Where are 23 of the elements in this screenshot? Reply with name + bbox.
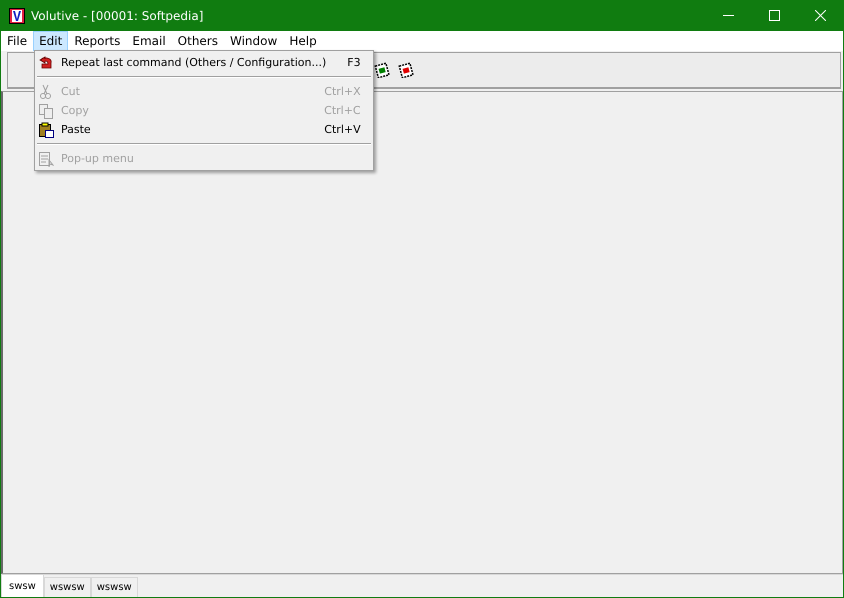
menu-bar-item[interactable]: Others <box>172 31 224 51</box>
maximize-icon[interactable] <box>768 10 780 21</box>
undo-arrow-icon <box>38 54 54 70</box>
scissors-icon <box>38 84 54 100</box>
close-icon[interactable] <box>814 10 826 21</box>
window-tab[interactable]: swsw <box>1 574 44 597</box>
clipboard-icon <box>38 122 54 138</box>
app-logo-icon <box>9 8 25 24</box>
window-title: Volutive - [00001: Softpedia] <box>31 8 204 22</box>
menu-bar-item[interactable]: Reports <box>68 31 126 51</box>
menu-bar-item[interactable]: Help <box>283 31 323 51</box>
menu-bar-item[interactable]: Edit <box>33 31 68 51</box>
menu-bar-item[interactable]: Email <box>126 31 172 51</box>
card-icon[interactable] <box>374 62 390 78</box>
menu-item[interactable]: Paste Ctrl+V <box>35 120 373 139</box>
window-tab[interactable]: wswsw <box>44 577 91 597</box>
menu-item[interactable]: Repeat last command (Others / Configuration...) F3 <box>35 53 373 72</box>
menu-bar-item[interactable]: File <box>1 31 34 51</box>
menu-list-icon <box>38 150 54 166</box>
copy-icon <box>38 102 54 118</box>
menu-bar-item[interactable]: Window <box>224 31 284 51</box>
window-tab[interactable]: wswsw <box>90 577 138 597</box>
card-icon[interactable] <box>398 62 414 78</box>
